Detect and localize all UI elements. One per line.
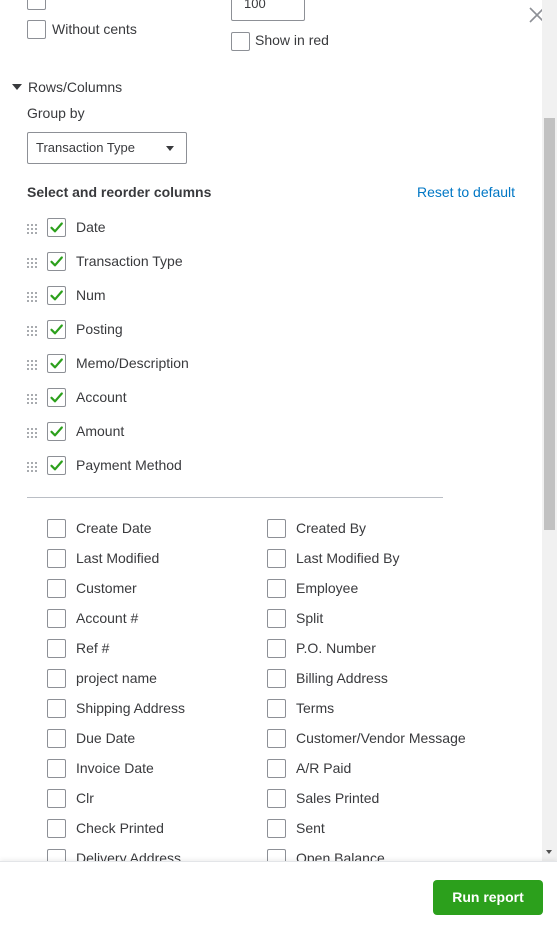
- drag-handle-icon[interactable]: [27, 292, 37, 302]
- column-checkbox[interactable]: [47, 699, 66, 718]
- column-label: Sales Printed: [296, 790, 380, 806]
- column-label: project name: [76, 670, 157, 686]
- column-label: Created By: [296, 520, 367, 536]
- column-checkbox[interactable]: [267, 639, 286, 658]
- column-label: Due Date: [76, 730, 136, 746]
- select-columns-heading: Select and reorder columns: [27, 184, 212, 200]
- column-label: Payment Method: [76, 457, 182, 473]
- column-checkbox[interactable]: [267, 609, 286, 628]
- column-checkbox[interactable]: [47, 354, 66, 373]
- column-label: Last Modified By: [296, 550, 400, 566]
- column-label: Date: [76, 219, 106, 235]
- column-checkbox[interactable]: [267, 849, 286, 861]
- column-label: Billing Address: [296, 670, 388, 686]
- column-label: Create Date: [76, 520, 152, 536]
- column-checkbox[interactable]: [47, 388, 66, 407]
- column-label: Last Modified: [76, 550, 160, 566]
- rows-columns-section-toggle[interactable]: Rows/Columns: [12, 79, 122, 95]
- column-label: Terms: [296, 700, 335, 716]
- column-label: Open Balance: [296, 850, 385, 861]
- footer-bar: Run report: [0, 861, 557, 928]
- drag-handle-icon[interactable]: [27, 462, 37, 472]
- column-label: Delivery Address: [76, 850, 182, 861]
- column-label: A/R Paid: [296, 760, 352, 776]
- chevron-down-icon: [166, 146, 174, 151]
- column-checkbox[interactable]: [47, 519, 66, 538]
- partial-checkbox[interactable]: [27, 0, 46, 10]
- drag-handle-icon[interactable]: [27, 224, 37, 234]
- divider: [27, 497, 443, 498]
- column-checkbox[interactable]: [47, 849, 66, 861]
- scroll-down-arrow-icon[interactable]: [546, 850, 552, 854]
- group-by-value: Transaction Type: [36, 140, 135, 155]
- column-label: Sent: [296, 820, 325, 836]
- show-in-red-checkbox[interactable]: [231, 32, 250, 51]
- column-checkbox[interactable]: [47, 456, 66, 475]
- column-label: Posting: [76, 321, 123, 337]
- column-label: Memo/Description: [76, 355, 189, 371]
- column-label: Clr: [76, 790, 94, 806]
- column-checkbox[interactable]: [267, 519, 286, 538]
- column-label: Employee: [296, 580, 359, 596]
- column-label: Customer: [76, 580, 137, 596]
- column-label: Account #: [76, 610, 139, 626]
- column-label: Ref #: [76, 640, 110, 656]
- column-checkbox[interactable]: [47, 579, 66, 598]
- column-label: Amount: [76, 423, 125, 439]
- column-label: Invoice Date: [76, 760, 154, 776]
- column-label: Shipping Address: [76, 700, 185, 716]
- column-checkbox[interactable]: [267, 759, 286, 778]
- column-checkbox[interactable]: [267, 699, 286, 718]
- column-checkbox[interactable]: [47, 422, 66, 441]
- column-checkbox[interactable]: [47, 789, 66, 808]
- reset-to-default-link[interactable]: Reset to default: [417, 184, 515, 200]
- column-checkbox[interactable]: [267, 819, 286, 838]
- column-label: Check Printed: [76, 820, 164, 836]
- column-checkbox[interactable]: [267, 729, 286, 748]
- column-checkbox[interactable]: [267, 669, 286, 688]
- without-cents-label: Without cents: [52, 21, 137, 37]
- column-checkbox[interactable]: [47, 819, 66, 838]
- column-checkbox[interactable]: [267, 549, 286, 568]
- caret-down-icon: [12, 84, 22, 90]
- column-checkbox[interactable]: [47, 286, 66, 305]
- column-checkbox[interactable]: [47, 759, 66, 778]
- column-label: Customer/Vendor Message: [296, 730, 466, 746]
- column-label: Account: [76, 389, 127, 405]
- column-checkbox[interactable]: [47, 609, 66, 628]
- scrollbar-thumb[interactable]: [544, 118, 555, 530]
- group-by-select[interactable]: Transaction Type: [27, 132, 187, 164]
- group-by-label: Group by: [27, 105, 85, 121]
- column-checkbox[interactable]: [47, 669, 66, 688]
- column-label: Transaction Type: [76, 253, 183, 269]
- drag-handle-icon[interactable]: [27, 428, 37, 438]
- column-checkbox[interactable]: [47, 639, 66, 658]
- column-checkbox[interactable]: [47, 549, 66, 568]
- column-checkbox[interactable]: [47, 320, 66, 339]
- drag-handle-icon[interactable]: [27, 394, 37, 404]
- column-checkbox[interactable]: [267, 789, 286, 808]
- run-report-button[interactable]: Run report: [433, 880, 543, 915]
- without-cents-checkbox[interactable]: [27, 20, 46, 39]
- drag-handle-icon[interactable]: [27, 258, 37, 268]
- rows-columns-label: Rows/Columns: [28, 79, 123, 95]
- customize-report-panel: 100 Without cents Show in red Rows/Colum…: [0, 0, 557, 861]
- column-checkbox[interactable]: [47, 218, 66, 237]
- drag-handle-icon[interactable]: [27, 326, 37, 336]
- drag-handle-icon[interactable]: [27, 360, 37, 370]
- negative-number-format-select[interactable]: 100: [231, 0, 305, 21]
- column-label: Num: [76, 287, 106, 303]
- show-in-red-label: Show in red: [255, 32, 329, 48]
- column-checkbox[interactable]: [47, 729, 66, 748]
- partial-select-value: 100: [244, 0, 266, 11]
- column-checkbox[interactable]: [267, 579, 286, 598]
- column-checkbox[interactable]: [47, 252, 66, 271]
- column-label: Split: [296, 610, 324, 626]
- column-label: P.O. Number: [296, 640, 376, 656]
